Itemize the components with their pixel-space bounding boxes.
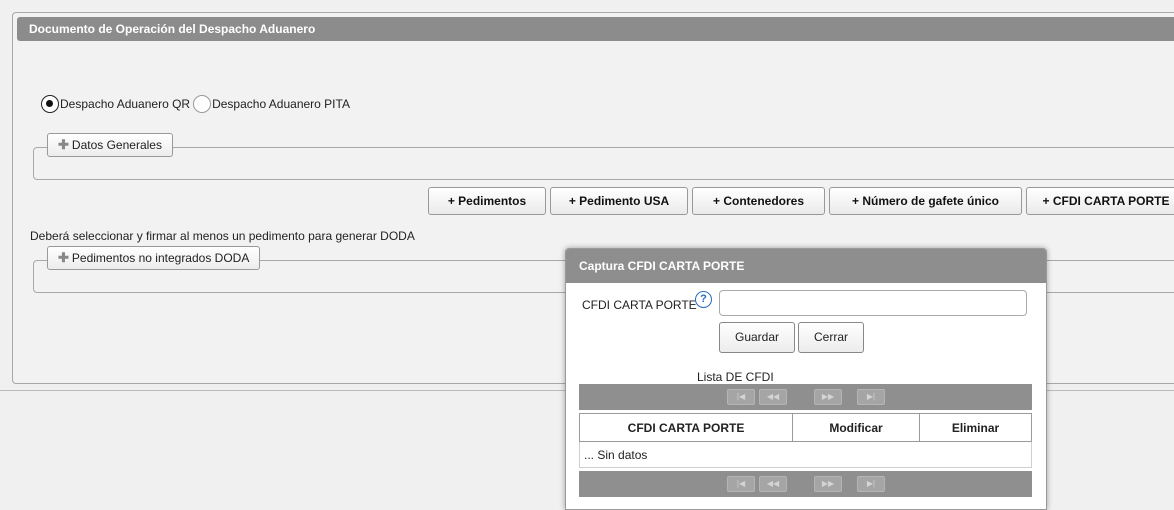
table-row: ... Sin datos xyxy=(579,441,1032,468)
tab-pedimento-usa[interactable]: + Pedimento USA xyxy=(550,187,688,215)
save-button[interactable]: Guardar xyxy=(719,322,795,353)
next-page-icon[interactable]: ▶▶ xyxy=(814,389,842,405)
table-header-row: CFDI CARTA PORTE Modificar Eliminar xyxy=(579,413,1032,442)
last-page-icon[interactable]: ▶| xyxy=(857,476,885,492)
cfdi-capture-dialog: Captura CFDI CARTA PORTE CFDI CARTA PORT… xyxy=(565,248,1047,510)
first-page-icon[interactable]: |◀ xyxy=(727,476,755,492)
last-page-icon[interactable]: ▶| xyxy=(857,389,885,405)
radio-despacho-qr-label[interactable]: Despacho Aduanero QR xyxy=(60,97,190,111)
cfdi-list-title: Lista DE CFDI xyxy=(697,370,774,384)
datos-generales-label: Datos Generales xyxy=(71,138,162,152)
doda-notice: Deberá seleccionar y firmar al menos un … xyxy=(30,229,415,243)
radio-despacho-pita-label[interactable]: Despacho Aduanero PITA xyxy=(212,97,350,111)
dispatch-type-radio-group: Despacho Aduanero QR Despacho Aduanero P… xyxy=(41,94,350,114)
column-eliminar[interactable]: Eliminar xyxy=(919,413,1032,442)
cfdi-grid: |◀ ◀◀ ▶▶ ▶| CFDI CARTA PORTE Modificar E… xyxy=(579,384,1032,499)
empty-row-text: ... Sin datos xyxy=(579,441,1032,468)
help-icon[interactable]: ? xyxy=(695,291,712,308)
datos-generales-toggle[interactable]: ✚ Datos Generales xyxy=(47,133,173,157)
datos-generales-fieldset xyxy=(33,147,1174,180)
prev-page-icon[interactable]: ◀◀ xyxy=(759,476,787,492)
pedimentos-no-integrados-label: Pedimentos no integrados DODA xyxy=(71,251,250,265)
plus-icon: ✚ xyxy=(58,250,69,265)
column-modificar[interactable]: Modificar xyxy=(792,413,920,442)
cfdi-carta-porte-input[interactable] xyxy=(719,290,1027,316)
first-page-icon[interactable]: |◀ xyxy=(727,389,755,405)
close-button[interactable]: Cerrar xyxy=(798,322,864,353)
prev-page-icon[interactable]: ◀◀ xyxy=(759,389,787,405)
column-cfdi-carta-porte[interactable]: CFDI CARTA PORTE xyxy=(579,413,793,442)
tab-numero-gafete-unico[interactable]: + Número de gafete único xyxy=(829,187,1022,215)
dialog-title[interactable]: Captura CFDI CARTA PORTE xyxy=(566,249,1046,283)
grid-bottom-pager: |◀ ◀◀ ▶▶ ▶| xyxy=(579,471,1032,497)
cfdi-field-label: CFDI CARTA PORTE xyxy=(582,298,697,312)
radio-despacho-pita[interactable] xyxy=(193,95,212,113)
pedimentos-no-integrados-toggle[interactable]: ✚ Pedimentos no integrados DODA xyxy=(47,246,261,270)
panel-title: Documento de Operación del Despacho Adua… xyxy=(17,17,1174,41)
plus-icon: ✚ xyxy=(58,137,69,152)
tab-contenedores[interactable]: + Contenedores xyxy=(692,187,825,215)
next-page-icon[interactable]: ▶▶ xyxy=(814,476,842,492)
tab-pedimentos[interactable]: + Pedimentos xyxy=(428,187,546,215)
cfdi-table: CFDI CARTA PORTE Modificar Eliminar ... … xyxy=(579,413,1032,468)
radio-despacho-qr[interactable] xyxy=(41,95,59,113)
tab-cfdi-carta-porte[interactable]: + CFDI CARTA PORTE xyxy=(1026,187,1174,215)
grid-top-pager: |◀ ◀◀ ▶▶ ▶| xyxy=(579,384,1032,410)
